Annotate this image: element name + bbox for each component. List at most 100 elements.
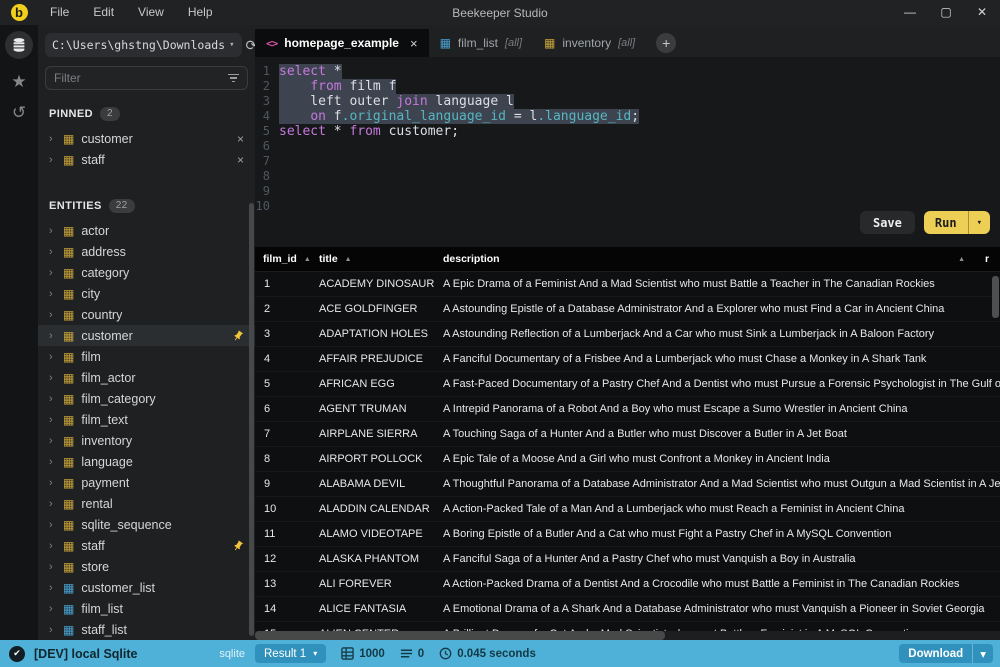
chevron-right-icon[interactable]: › [49, 540, 56, 552]
sort-arrow-icon[interactable]: ▲ [304, 256, 311, 263]
chevron-right-icon[interactable]: › [49, 414, 56, 426]
chevron-right-icon[interactable]: › [49, 477, 56, 489]
entity-item-category[interactable]: ›▦category [38, 262, 255, 283]
tab-homepage_example[interactable]: <>homepage_example× [255, 29, 429, 57]
chevron-right-icon[interactable]: › [49, 267, 56, 279]
entity-item-film[interactable]: ›▦film [38, 346, 255, 367]
entity-item-film_category[interactable]: ›▦film_category [38, 388, 255, 409]
filter-icon[interactable] [227, 74, 239, 83]
new-tab-button[interactable]: + [656, 33, 676, 53]
run-button[interactable]: Run [924, 216, 968, 230]
chevron-right-icon[interactable]: › [49, 561, 56, 573]
menu-help[interactable]: Help [176, 0, 225, 25]
chevron-right-icon[interactable]: › [49, 225, 56, 237]
favorites-nav-button[interactable]: ★ [11, 73, 26, 90]
chevron-right-icon[interactable]: › [49, 154, 56, 166]
column-header-partial[interactable]: r [985, 247, 1000, 271]
table-row[interactable]: 13ALI FOREVERA Action-Packed Drama of a … [255, 572, 1000, 597]
chevron-right-icon[interactable]: › [49, 603, 56, 615]
chevron-right-icon[interactable]: › [49, 372, 56, 384]
result-selector[interactable]: Result 1 ▾ [255, 644, 326, 663]
table-row[interactable]: 2ACE GOLDFINGERA Astounding Epistle of a… [255, 297, 1000, 322]
entity-item-city[interactable]: ›▦city [38, 283, 255, 304]
entity-item-address[interactable]: ›▦address [38, 241, 255, 262]
save-button[interactable]: Save [860, 211, 915, 234]
table-row[interactable]: 14ALICE FANTASIAA Emotional Drama of a A… [255, 597, 1000, 622]
entity-filter-input[interactable]: Filter [45, 66, 248, 90]
chevron-right-icon[interactable]: › [49, 582, 56, 594]
sort-arrow-icon[interactable]: ▲ [958, 256, 965, 263]
pinned-item-staff[interactable]: ›▦staff× [38, 149, 255, 170]
results-vertical-scrollbar[interactable] [992, 276, 999, 318]
results-horizontal-scrollbar[interactable] [255, 631, 1000, 640]
chevron-right-icon[interactable]: › [49, 351, 56, 363]
chevron-right-icon[interactable]: › [49, 133, 56, 145]
table-row[interactable]: 12ALASKA PHANTOMA Fanciful Saga of a Hun… [255, 547, 1000, 572]
entity-item-sqlite_sequence[interactable]: ›▦sqlite_sequence [38, 514, 255, 535]
entity-item-country[interactable]: ›▦country [38, 304, 255, 325]
entity-item-film_actor[interactable]: ›▦film_actor [38, 367, 255, 388]
sidebar-scrollbar[interactable] [249, 203, 254, 636]
horizontal-scroll-thumb[interactable] [255, 631, 665, 640]
table-row[interactable]: 1ACADEMY DINOSAURA Epic Drama of a Femin… [255, 272, 1000, 297]
table-row[interactable]: 11ALAMO VIDEOTAPEA Boring Epistle of a B… [255, 522, 1000, 547]
refresh-button[interactable]: ⟳ [246, 37, 255, 54]
sort-arrow-icon[interactable]: ▲ [345, 256, 352, 263]
column-header-description[interactable]: description▲ [435, 247, 985, 271]
maximize-button[interactable]: ▢ [928, 0, 964, 25]
history-nav-button[interactable]: ↺ [12, 104, 26, 121]
table-row[interactable]: 3ADAPTATION HOLESA Astounding Reflection… [255, 322, 1000, 347]
entity-item-staff[interactable]: ›▦staff [38, 535, 255, 556]
minimize-button[interactable]: — [892, 0, 928, 25]
table-row[interactable]: 9ALABAMA DEVILA Thoughtful Panorama of a… [255, 472, 1000, 497]
tab-film_list[interactable]: ▦film_list[all] [429, 29, 533, 57]
database-selector[interactable]: C:\Users\ghstng\Downloads ▾ [45, 33, 242, 57]
entity-item-actor[interactable]: ›▦actor [38, 220, 255, 241]
column-header-film_id[interactable]: film_id▲ [255, 247, 311, 271]
chevron-right-icon[interactable]: › [49, 498, 56, 510]
connection-status[interactable]: ✔ [DEV] local Sqlite sqlite [0, 646, 255, 662]
entity-item-language[interactable]: ›▦language [38, 451, 255, 472]
chevron-right-icon[interactable]: › [49, 456, 56, 468]
table-row[interactable]: 10ALADDIN CALENDARA Action-Packed Tale o… [255, 497, 1000, 522]
entity-item-film_text[interactable]: ›▦film_text [38, 409, 255, 430]
table-row[interactable]: 7AIRPLANE SIERRAA Touching Saga of a Hun… [255, 422, 1000, 447]
pin-icon[interactable] [230, 327, 247, 344]
table-row[interactable]: 6AGENT TRUMANA Intrepid Panorama of a Ro… [255, 397, 1000, 422]
entity-item-customer[interactable]: ›▦customer [38, 325, 255, 346]
chevron-right-icon[interactable]: › [49, 288, 56, 300]
entity-item-film_list[interactable]: ›▦film_list [38, 598, 255, 619]
tables-nav-button[interactable] [5, 31, 33, 59]
menu-file[interactable]: File [38, 0, 81, 25]
table-row[interactable]: 8AIRPORT POLLOCKA Epic Tale of a Moose A… [255, 447, 1000, 472]
entity-item-inventory[interactable]: ›▦inventory [38, 430, 255, 451]
entity-item-rental[interactable]: ›▦rental [38, 493, 255, 514]
chevron-right-icon[interactable]: › [49, 246, 56, 258]
menu-edit[interactable]: Edit [81, 0, 126, 25]
entity-item-staff_list[interactable]: ›▦staff_list [38, 619, 255, 640]
pin-icon[interactable] [230, 537, 247, 554]
entity-item-payment[interactable]: ›▦payment [38, 472, 255, 493]
menu-view[interactable]: View [126, 0, 176, 25]
chevron-right-icon[interactable]: › [49, 330, 56, 342]
column-header-title[interactable]: title▲ [311, 247, 435, 271]
tab-inventory[interactable]: ▦inventory[all] [533, 29, 646, 57]
unpin-close-icon[interactable]: × [237, 132, 244, 146]
unpin-close-icon[interactable]: × [237, 153, 244, 167]
chevron-right-icon[interactable]: › [49, 624, 56, 636]
entity-item-customer_list[interactable]: ›▦customer_list [38, 577, 255, 598]
table-row[interactable]: 4AFFAIR PREJUDICEA Fanciful Documentary … [255, 347, 1000, 372]
chevron-right-icon[interactable]: › [49, 309, 56, 321]
download-options-caret[interactable]: ▾ [972, 644, 993, 663]
run-options-caret[interactable]: ▾ [968, 211, 990, 234]
chevron-right-icon[interactable]: › [49, 519, 56, 531]
tab-close-icon[interactable]: × [410, 36, 418, 51]
download-button[interactable]: Download [899, 644, 972, 663]
sql-editor[interactable]: 1select *2 from film f3 left outer join … [255, 57, 1000, 247]
entity-item-store[interactable]: ›▦store [38, 556, 255, 577]
table-row[interactable]: 5AFRICAN EGGA Fast-Paced Documentary of … [255, 372, 1000, 397]
chevron-right-icon[interactable]: › [49, 393, 56, 405]
chevron-right-icon[interactable]: › [49, 435, 56, 447]
pinned-item-customer[interactable]: ›▦customer× [38, 128, 255, 149]
close-button[interactable]: ✕ [964, 0, 1000, 25]
